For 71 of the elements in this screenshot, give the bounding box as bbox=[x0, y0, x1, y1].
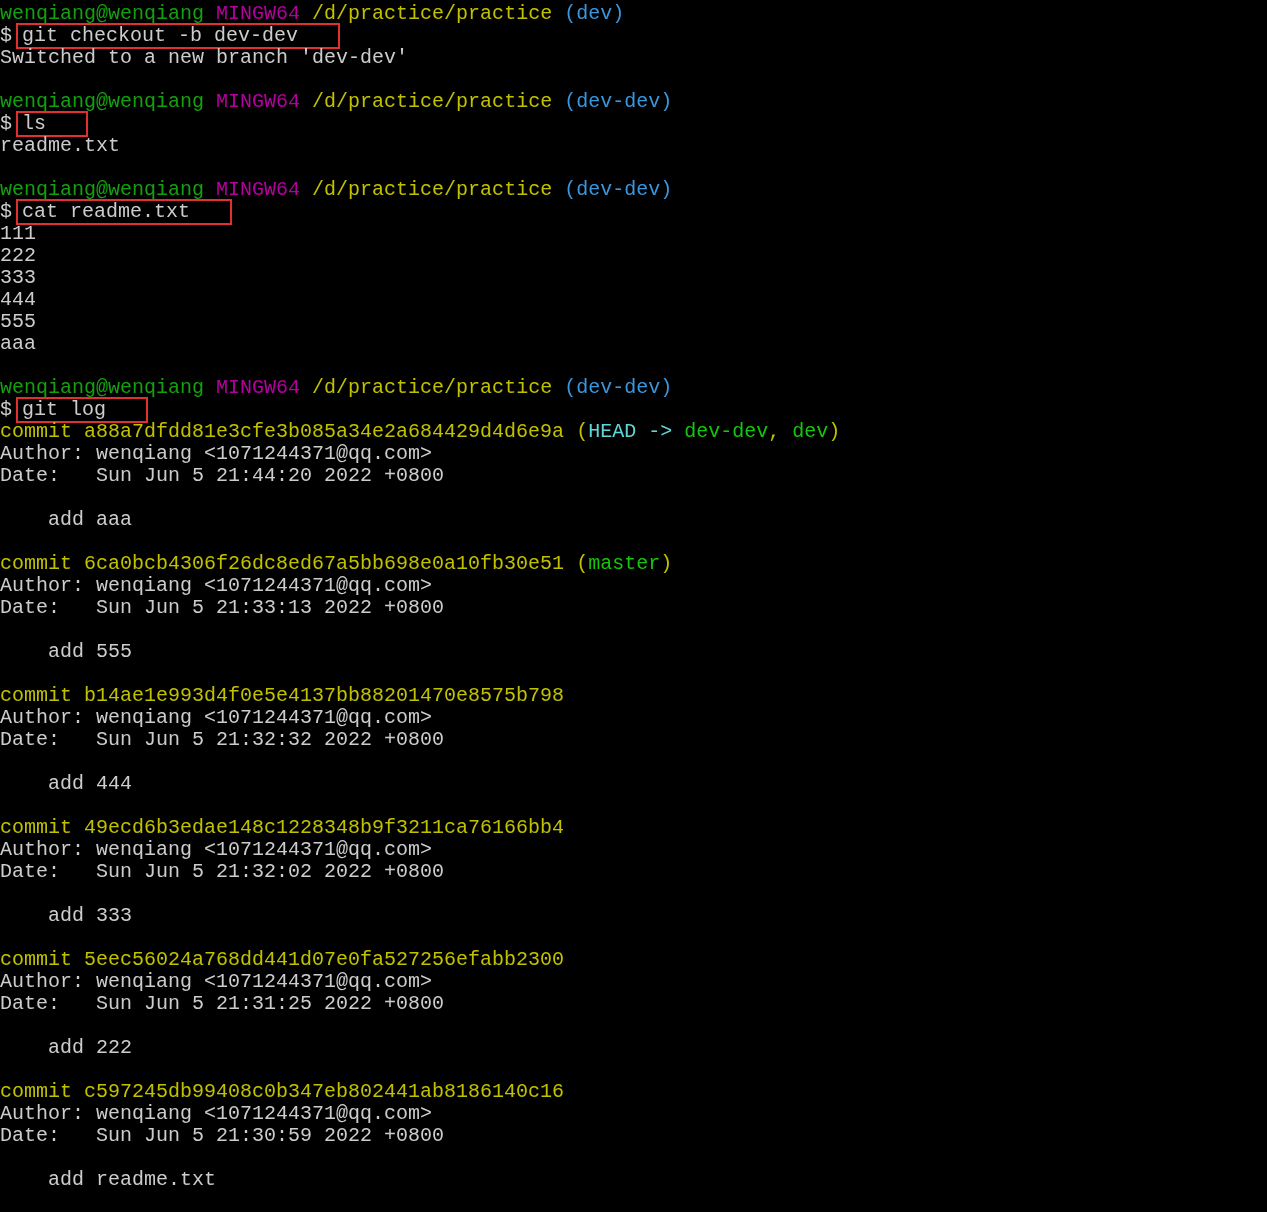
output-text: 444 bbox=[0, 288, 36, 311]
output-text: add readme.txt bbox=[47, 1168, 217, 1191]
commit-hash: 49ecd6b3edae148c1228348b9f3211ca76166bb4 bbox=[84, 816, 565, 839]
commit-hash: b14ae1e993d4f0e5e4137bb88201470e8575b798 bbox=[84, 684, 565, 707]
ref-punctuation: ( bbox=[576, 420, 589, 443]
commit-hash: 5eec56024a768dd441d07e0fa527256efabb2300 bbox=[84, 948, 565, 971]
output-text: Author: wenqiang <1071244371@qq.com> bbox=[0, 442, 433, 465]
commit-hash: a88a7dfdd81e3cfe3b085a34e2a684429d4d6e9a bbox=[84, 420, 565, 443]
commit-label: commit bbox=[0, 552, 72, 575]
branch-ref: dev-dev bbox=[684, 420, 769, 443]
branch-name: (dev-dev) bbox=[564, 376, 673, 399]
branch-name: (dev-dev) bbox=[564, 178, 673, 201]
output-text: Author: wenqiang <1071244371@qq.com> bbox=[0, 1102, 433, 1125]
output-text: add 333 bbox=[47, 904, 133, 927]
command-text: ls bbox=[16, 111, 89, 137]
prompt-symbol: $ bbox=[0, 24, 12, 47]
directory-path: /d/practice/practice bbox=[312, 90, 553, 113]
head-ref: HEAD -> bbox=[588, 420, 673, 443]
output-text: add 222 bbox=[47, 1036, 133, 1059]
command-text: git checkout -b dev-dev bbox=[16, 23, 341, 49]
output-text: Date: Sun Jun 5 21:33:13 2022 +0800 bbox=[0, 596, 445, 619]
output-text: 222 bbox=[0, 244, 36, 267]
user-host: wenqiang@wenqiang bbox=[0, 178, 205, 201]
branch-ref: dev bbox=[792, 420, 829, 443]
output-text: add 444 bbox=[47, 772, 133, 795]
output-text: add aaa bbox=[47, 508, 133, 531]
directory-path: /d/practice/practice bbox=[312, 2, 553, 25]
output-text: Switched to a new branch 'dev-dev' bbox=[0, 46, 409, 69]
branch-name: (dev-dev) bbox=[564, 90, 673, 113]
command-text: cat readme.txt bbox=[16, 199, 233, 225]
output-text: Date: Sun Jun 5 21:32:02 2022 +0800 bbox=[0, 860, 445, 883]
system-name: MINGW64 bbox=[216, 2, 301, 25]
ref-punctuation: , bbox=[768, 420, 781, 443]
output-text: readme.txt bbox=[0, 134, 121, 157]
output-text: 333 bbox=[0, 266, 36, 289]
output-text: Author: wenqiang <1071244371@qq.com> bbox=[0, 574, 433, 597]
system-name: MINGW64 bbox=[216, 376, 301, 399]
commit-label: commit bbox=[0, 684, 72, 707]
user-host: wenqiang@wenqiang bbox=[0, 2, 205, 25]
commit-label: commit bbox=[0, 816, 72, 839]
directory-path: /d/practice/practice bbox=[312, 376, 553, 399]
output-text: Date: Sun Jun 5 21:32:32 2022 +0800 bbox=[0, 728, 445, 751]
branch-ref: master bbox=[588, 552, 661, 575]
output-text: Author: wenqiang <1071244371@qq.com> bbox=[0, 706, 433, 729]
ref-punctuation: ( bbox=[576, 552, 589, 575]
output-text: Date: Sun Jun 5 21:30:59 2022 +0800 bbox=[0, 1124, 445, 1147]
system-name: MINGW64 bbox=[216, 90, 301, 113]
commit-label: commit bbox=[0, 420, 72, 443]
ref-punctuation: ) bbox=[828, 420, 841, 443]
commit-label: commit bbox=[0, 948, 72, 971]
prompt-symbol: $ bbox=[0, 398, 12, 421]
command-text: git log bbox=[16, 397, 149, 423]
output-text: aaa bbox=[0, 332, 36, 355]
user-host: wenqiang@wenqiang bbox=[0, 90, 205, 113]
prompt-symbol: $ bbox=[0, 112, 12, 135]
output-text: Author: wenqiang <1071244371@qq.com> bbox=[0, 970, 433, 993]
branch-name: (dev) bbox=[564, 2, 625, 25]
commit-label: commit bbox=[0, 1080, 72, 1103]
prompt-symbol: $ bbox=[0, 200, 12, 223]
system-name: MINGW64 bbox=[216, 178, 301, 201]
output-text: 555 bbox=[0, 310, 36, 333]
output-text: Author: wenqiang <1071244371@qq.com> bbox=[0, 838, 433, 861]
commit-hash: 6ca0bcb4306f26dc8ed67a5bb698e0a10fb30e51 bbox=[84, 552, 565, 575]
user-host: wenqiang@wenqiang bbox=[0, 376, 205, 399]
output-text: 111 bbox=[0, 222, 36, 245]
output-text: Date: Sun Jun 5 21:44:20 2022 +0800 bbox=[0, 464, 445, 487]
ref-punctuation: ) bbox=[660, 552, 673, 575]
directory-path: /d/practice/practice bbox=[312, 178, 553, 201]
output-text: Date: Sun Jun 5 21:31:25 2022 +0800 bbox=[0, 992, 445, 1015]
output-text: add 555 bbox=[47, 640, 133, 663]
commit-hash: c597245db99408c0b347eb802441ab8186140c16 bbox=[84, 1080, 565, 1103]
